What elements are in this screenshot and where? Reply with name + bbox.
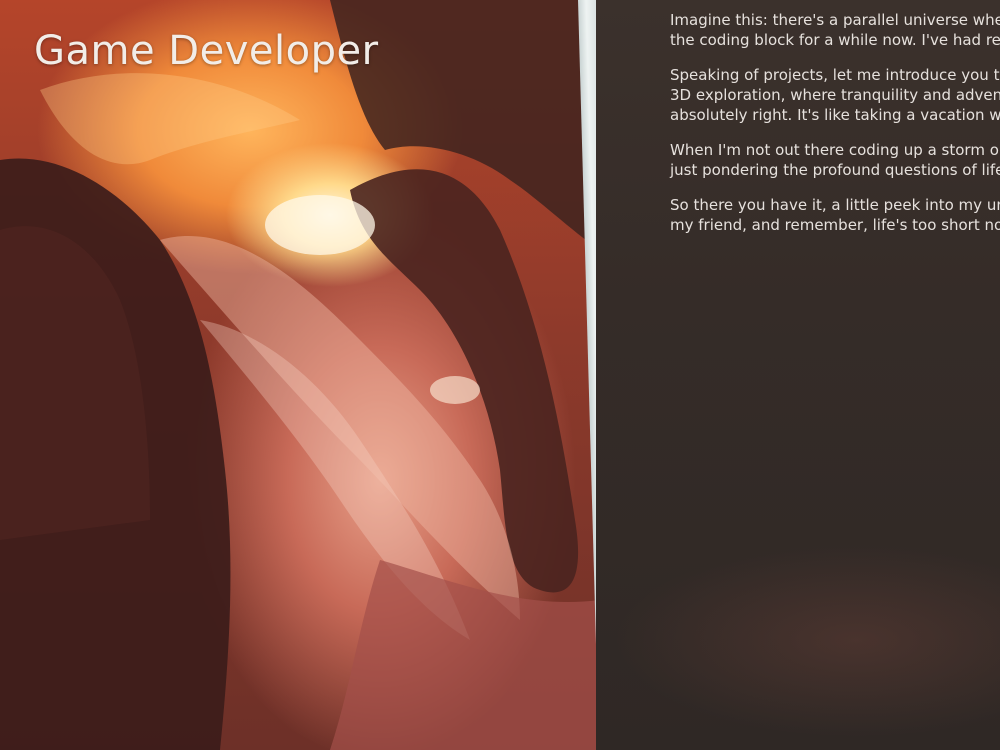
paragraph-line: Imagine this: there's a parallel univers… [670, 11, 1000, 29]
paragraph-intro: Imagine this: there's a parallel univers… [670, 10, 1000, 50]
page-title: Game Developer [34, 28, 379, 74]
paragraph-line: just pondering the profound questions of… [670, 161, 1000, 179]
paragraph-line: my friend, and remember, life's too shor… [670, 216, 1000, 234]
paragraph-line: the coding block for a while now. I've h… [670, 31, 1000, 49]
paragraph-closing: So there you have it, a little peek into… [670, 195, 1000, 235]
screen: Game Developer Imagine this: there's a p… [0, 0, 1000, 750]
paragraph-hobbies: When I'm not out there coding up a storm… [670, 140, 1000, 180]
paragraph-line: absolutely right. It's like taking a vac… [670, 106, 1000, 124]
about-text-panel: Imagine this: there's a parallel univers… [596, 0, 1000, 750]
paragraph-line: Speaking of projects, let me introduce y… [670, 66, 1000, 84]
hero-image-panel: Game Developer [0, 0, 600, 750]
paragraph-projects: Speaking of projects, let me introduce y… [670, 65, 1000, 125]
about-text: Imagine this: there's a parallel univers… [670, 10, 1000, 250]
paragraph-line: So there you have it, a little peek into… [670, 196, 1000, 214]
canyon-photo [0, 0, 600, 750]
paragraph-line: 3D exploration, where tranquility and ad… [670, 86, 1000, 104]
paragraph-line: When I'm not out there coding up a storm… [670, 141, 1000, 159]
